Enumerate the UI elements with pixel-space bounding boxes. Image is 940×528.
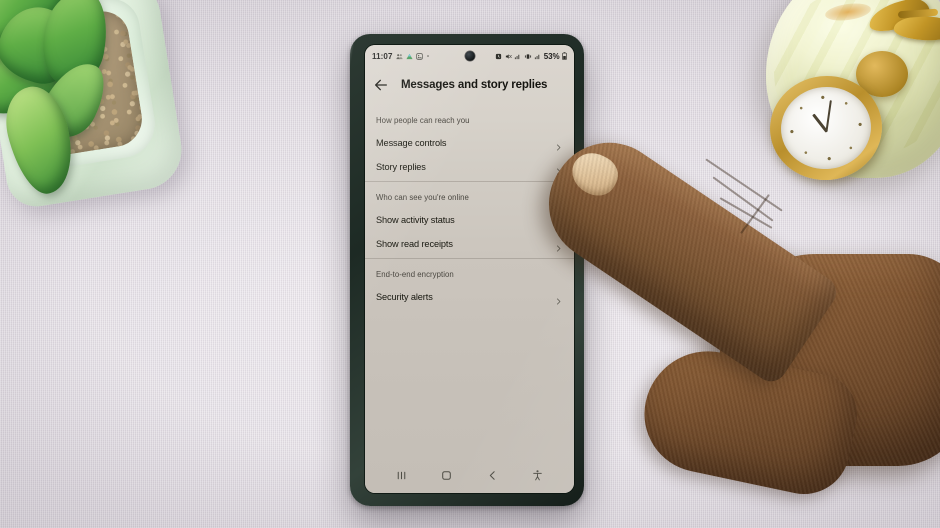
battery-percent: 53% bbox=[543, 51, 560, 61]
index-finger bbox=[526, 120, 843, 388]
list-item-security-alerts[interactable]: Security alerts bbox=[365, 285, 574, 309]
phone-screen[interactable]: 11:07 53% Messages and story replies How… bbox=[365, 45, 574, 493]
contacts-icon bbox=[395, 53, 403, 60]
status-bar-left: 11:07 bbox=[372, 52, 430, 61]
mute-icon bbox=[505, 53, 512, 60]
signal-icon bbox=[514, 53, 521, 60]
list-item-label: Security alerts bbox=[376, 292, 433, 302]
more-dot-icon bbox=[426, 54, 430, 58]
status-bar-right: 53% bbox=[495, 52, 567, 61]
section-header-online: Who can see you're online bbox=[376, 193, 469, 202]
succulent-plant bbox=[0, 0, 191, 227]
list-item-label: Show activity status bbox=[376, 215, 455, 225]
front-camera-punch-hole bbox=[464, 51, 475, 61]
list-item-show-activity-status[interactable]: Show activity status bbox=[365, 208, 574, 232]
accessibility-icon[interactable] bbox=[531, 469, 544, 482]
list-item-label: Story replies bbox=[376, 162, 426, 172]
alarm-icon bbox=[495, 53, 502, 60]
app-bar: Messages and story replies bbox=[365, 71, 574, 99]
drive-icon bbox=[405, 53, 413, 60]
scene-root: 11:07 53% Messages and story replies How… bbox=[0, 0, 940, 528]
gallery-icon bbox=[415, 52, 423, 60]
signal2-icon bbox=[534, 53, 541, 60]
list-item-story-replies[interactable]: Story replies bbox=[365, 155, 574, 179]
list-item-label: Message controls bbox=[376, 138, 447, 148]
page-title: Messages and story replies bbox=[401, 79, 548, 91]
settings-list: How people can reach you Message control… bbox=[365, 105, 574, 309]
system-nav-bar bbox=[365, 457, 574, 493]
vibrate-icon bbox=[524, 53, 532, 60]
fingernail bbox=[564, 145, 625, 203]
butterfly-ornament bbox=[865, 0, 940, 52]
back-icon[interactable] bbox=[486, 469, 499, 482]
recents-icon[interactable] bbox=[395, 469, 408, 482]
list-item-label: Show read receipts bbox=[376, 239, 453, 249]
skin-texture bbox=[526, 120, 843, 388]
pointing-hand bbox=[526, 92, 940, 528]
status-time: 11:07 bbox=[372, 51, 393, 61]
list-item-show-read-receipts[interactable]: Show read receipts bbox=[365, 232, 574, 256]
section-header-reach: How people can reach you bbox=[376, 116, 470, 125]
back-arrow-icon[interactable] bbox=[373, 77, 389, 93]
section-header-encryption: End-to-end encryption bbox=[376, 270, 454, 279]
battery-icon bbox=[562, 52, 567, 60]
list-item-message-controls[interactable]: Message controls bbox=[365, 131, 574, 155]
home-icon[interactable] bbox=[440, 469, 453, 482]
